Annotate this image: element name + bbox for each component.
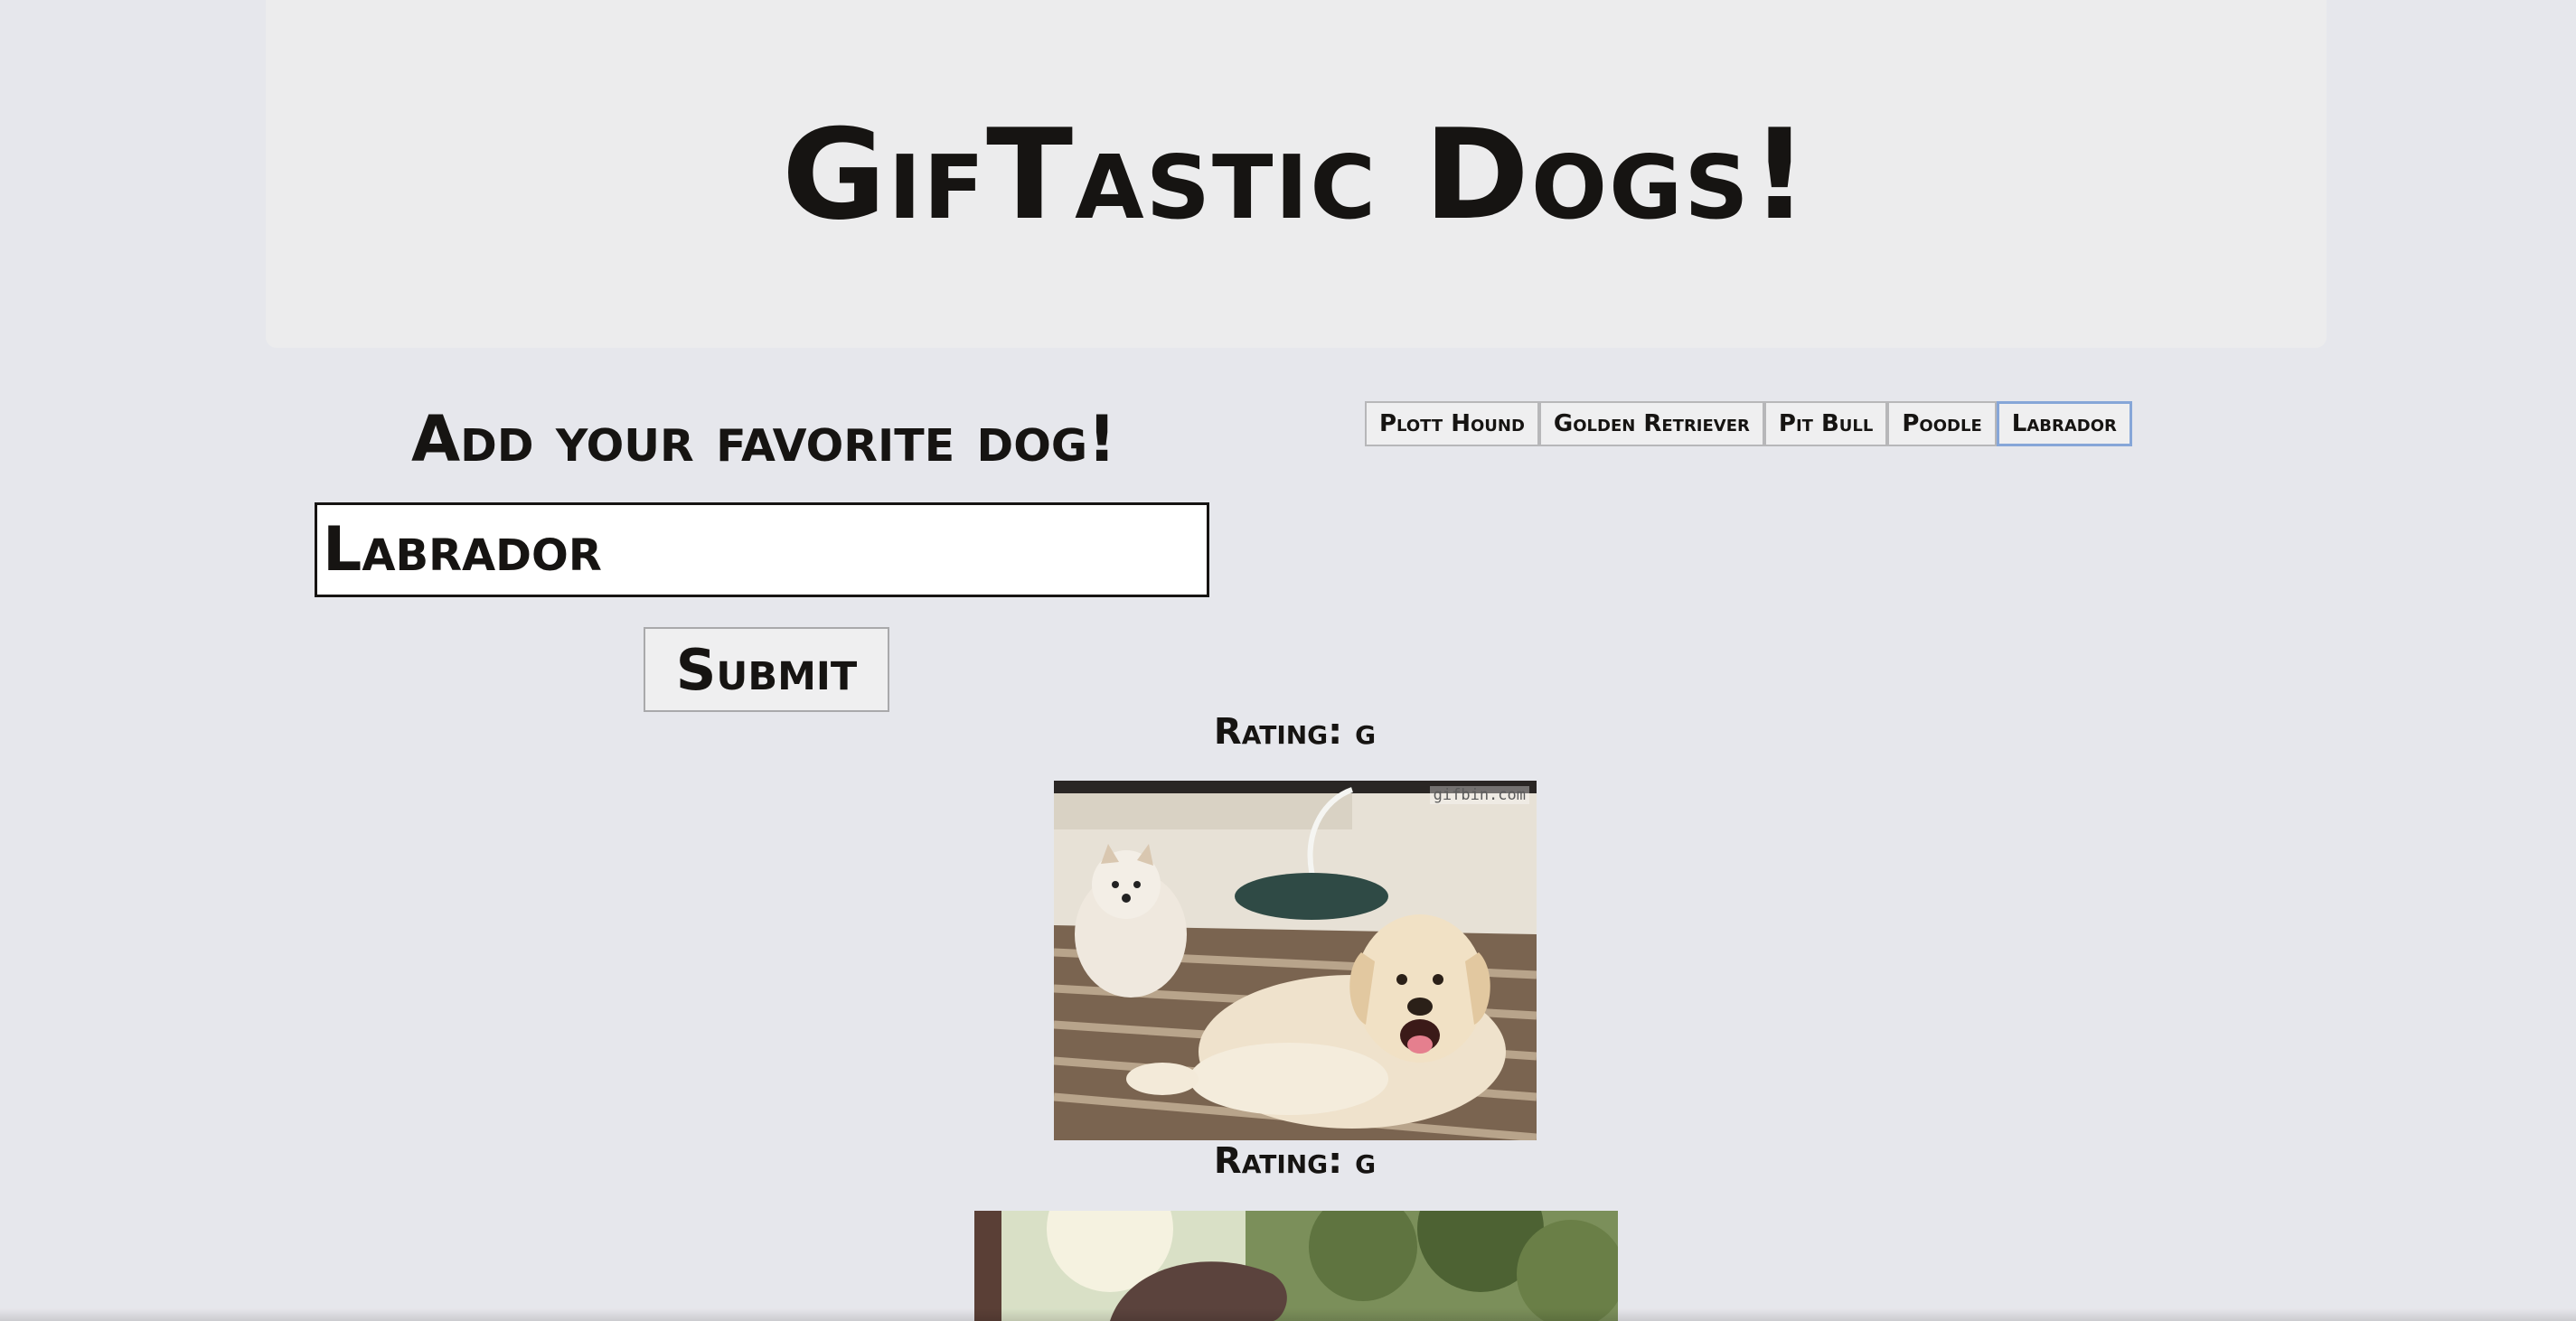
breed-button-poodle[interactable]: Poodle — [1887, 401, 1997, 446]
dog-input[interactable] — [315, 502, 1209, 597]
outdoor-dog-gif-image — [974, 1211, 1618, 1321]
add-dog-heading: Add your favorite dog! — [410, 402, 1117, 476]
breed-button-plott-hound[interactable]: Plott Hound — [1365, 401, 1539, 446]
gif-watermark: gifbin.com — [1429, 786, 1529, 804]
submit-button[interactable]: Submit — [644, 627, 889, 712]
breed-button-labrador[interactable]: Labrador — [1996, 401, 2132, 446]
site-title: GifTastic Dogs! — [782, 102, 1810, 248]
bottom-edge-shadow — [0, 1308, 2576, 1321]
breed-button-pit-bull[interactable]: Pit Bull — [1763, 401, 1888, 446]
labrador-gif-image — [1054, 781, 1537, 1140]
breed-button-golden-retriever[interactable]: Golden Retriever — [1538, 401, 1764, 446]
gif-rating: Rating: g — [1213, 1140, 1377, 1182]
gif-rating: Rating: g — [1213, 711, 1377, 753]
breed-button-bar: Plott Hound Golden Retriever Pit Bull Po… — [1365, 401, 2132, 446]
gif-image[interactable]: gifbin.com — [1054, 781, 1537, 1140]
header-jumbotron: GifTastic Dogs! — [266, 0, 2327, 348]
gif-image[interactable] — [974, 1211, 1618, 1321]
